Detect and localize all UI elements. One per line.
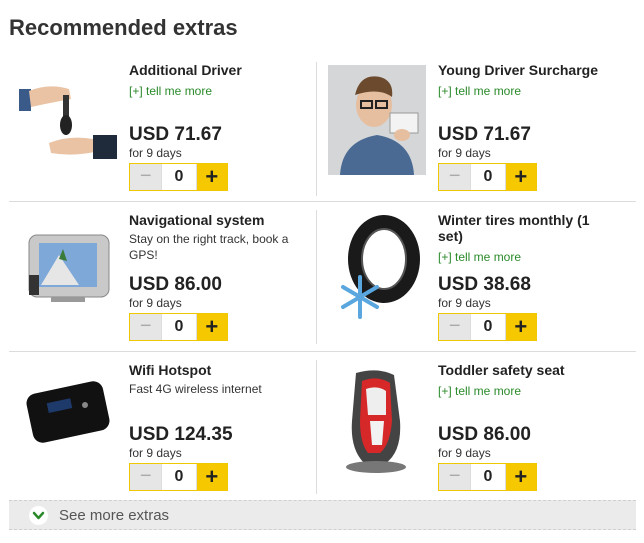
quantity-value[interactable]: 0: [470, 314, 506, 340]
quantity-value[interactable]: 0: [161, 314, 197, 340]
section-heading: Recommended extras: [9, 15, 238, 40]
extra-name: Wifi Hotspot: [129, 362, 212, 378]
tell-me-more-link[interactable]: [+] tell me more: [129, 83, 305, 99]
extra-item-wifi-hotspot: Wifi Hotspot Fast 4G wireless internet U…: [9, 362, 309, 502]
decrease-button[interactable]: −: [439, 314, 471, 340]
increase-button[interactable]: +: [505, 164, 536, 190]
gps-device-image: [19, 215, 117, 325]
extra-name: Additional Driver: [129, 62, 242, 78]
rental-duration: for 9 days: [438, 296, 491, 310]
see-more-label: See more extras: [59, 507, 170, 524]
extra-price: USD 71.67: [129, 124, 222, 145]
quantity-value[interactable]: 0: [470, 464, 506, 490]
column-divider: [316, 62, 317, 196]
extra-item-toddler-safety-seat: Toddler safety seat [+] tell me more USD…: [318, 362, 618, 502]
rental-duration: for 9 days: [129, 296, 182, 310]
child-car-seat-image: [328, 365, 426, 475]
decrease-button[interactable]: −: [130, 314, 162, 340]
extra-item-navigational-system: Navigational system Stay on the right tr…: [9, 212, 309, 352]
decrease-button[interactable]: −: [130, 164, 162, 190]
extra-item-additional-driver: Additional Driver [+] tell me more USD 7…: [9, 62, 309, 202]
quantity-value[interactable]: 0: [161, 164, 197, 190]
decrease-button[interactable]: −: [439, 464, 471, 490]
recommended-extras-panel: Recommended extras Additional Driver [+]…: [0, 0, 644, 543]
extra-price: USD 71.67: [438, 124, 531, 145]
extra-name: Young Driver Surcharge: [438, 62, 599, 78]
increase-button[interactable]: +: [505, 314, 536, 340]
quantity-stepper: − 0 +: [438, 163, 537, 191]
increase-button[interactable]: +: [196, 464, 227, 490]
tire-with-snowflake-image: [328, 215, 426, 325]
quantity-value[interactable]: 0: [161, 464, 197, 490]
extra-item-young-driver-surcharge: Young Driver Surcharge [+] tell me more …: [318, 62, 618, 202]
quantity-stepper: − 0 +: [438, 463, 537, 491]
quantity-stepper: − 0 +: [129, 463, 228, 491]
increase-button[interactable]: +: [505, 464, 536, 490]
quantity-value[interactable]: 0: [470, 164, 506, 190]
extra-name: Navigational system: [129, 212, 265, 228]
decrease-button[interactable]: −: [130, 464, 162, 490]
young-man-with-card-image: [328, 65, 426, 175]
extra-price: USD 86.00: [438, 424, 531, 445]
extra-description: Stay on the right track, book a GPS!: [129, 232, 289, 262]
car-keys-handover-image: [19, 65, 117, 175]
increase-button[interactable]: +: [196, 164, 227, 190]
extra-name: Winter tires monthly (1 set): [438, 212, 590, 244]
rental-duration: for 9 days: [438, 446, 491, 460]
chevron-down-icon: [29, 506, 48, 525]
column-divider: [316, 210, 317, 344]
wifi-hotspot-device-image: [19, 365, 117, 475]
increase-button[interactable]: +: [196, 314, 227, 340]
extra-name: Toddler safety seat: [438, 362, 565, 378]
tell-me-more-link[interactable]: [+] tell me more: [438, 383, 614, 399]
decrease-button[interactable]: −: [439, 164, 471, 190]
rental-duration: for 9 days: [129, 146, 182, 160]
quantity-stepper: − 0 +: [129, 313, 228, 341]
rental-duration: for 9 days: [438, 146, 491, 160]
extra-item-winter-tires: Winter tires monthly (1 set) [+] tell me…: [318, 212, 618, 352]
extra-price: USD 124.35: [129, 424, 233, 445]
tell-me-more-link[interactable]: [+] tell me more: [438, 249, 614, 265]
quantity-stepper: − 0 +: [129, 163, 228, 191]
tell-me-more-link[interactable]: [+] tell me more: [438, 83, 614, 99]
column-divider: [316, 360, 317, 494]
rental-duration: for 9 days: [129, 446, 182, 460]
extra-price: USD 38.68: [438, 274, 531, 295]
extra-description: Fast 4G wireless internet: [129, 382, 262, 396]
extra-price: USD 86.00: [129, 274, 222, 295]
quantity-stepper: − 0 +: [438, 313, 537, 341]
see-more-extras-button[interactable]: See more extras: [9, 500, 636, 530]
